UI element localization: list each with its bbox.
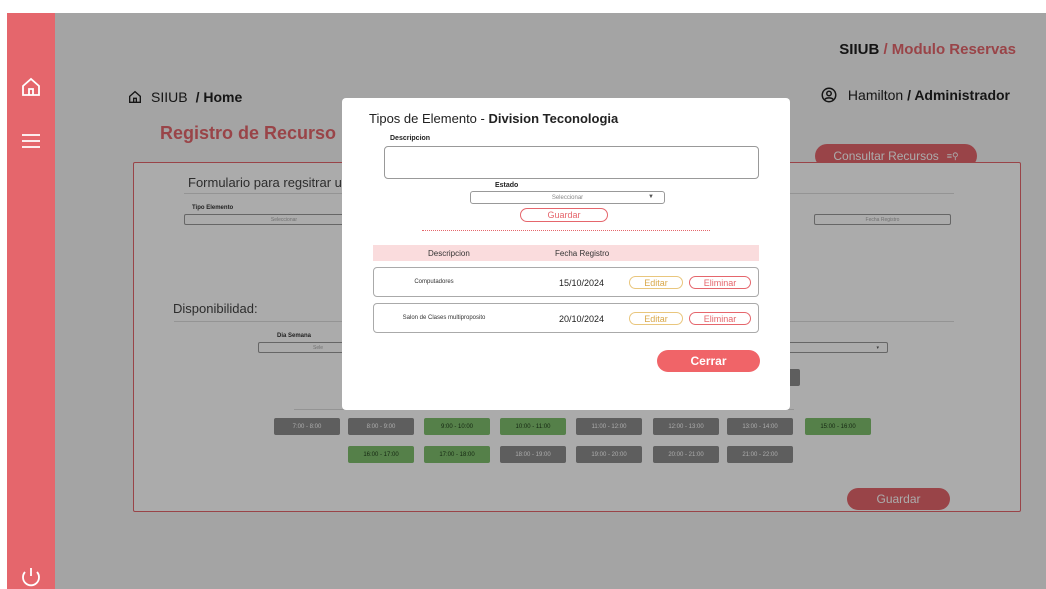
row-fecha: 20/10/2024 [559,314,605,324]
estado-select[interactable]: Seleccionar ▼ [470,191,665,204]
row-descripcion: Salon de Clases multiproposito [402,315,486,321]
row-fecha: 15/10/2024 [559,278,605,288]
power-icon[interactable] [19,565,43,589]
sidebar [7,13,55,589]
modal-title: Tipos de Elemento - Division Teconologia [369,111,618,126]
chevron-down-icon: ▼ [648,194,654,200]
edit-button[interactable]: Editar [629,312,683,325]
table-row: Salon de Clases multiproposito 20/10/202… [373,303,759,333]
estado-label: Estado [495,182,519,189]
col-descripcion: Descripcion [428,249,470,258]
descripcion-input[interactable] [384,146,759,179]
edit-button[interactable]: Editar [629,276,683,289]
modal-save-button[interactable]: Guardar [520,208,608,222]
element-types-modal: Tipos de Elemento - Division Teconologia… [342,98,790,410]
menu-icon[interactable] [19,129,43,153]
modal-title-division: Division Teconologia [488,111,619,126]
col-fecha-registro: Fecha Registro [555,249,610,258]
divider [422,230,710,231]
table-row: Computadores 15/10/2024 Editar Eliminar [373,267,759,297]
table-header: Descripcion Fecha Registro [373,245,759,261]
home-icon[interactable] [19,75,43,99]
delete-button[interactable]: Eliminar [689,312,751,325]
app-root: SIIUB / Modulo Reservas SIIUB / Home Ham… [0,0,1046,589]
modal-title-prefix: Tipos de Elemento - [369,111,489,126]
descripcion-label: Descripcion [390,135,431,142]
estado-placeholder: Seleccionar [551,194,584,201]
delete-button[interactable]: Eliminar [689,276,751,289]
top-margin [0,0,1046,13]
close-button[interactable]: Cerrar [657,350,760,372]
row-descripcion: Computadores [414,279,454,285]
